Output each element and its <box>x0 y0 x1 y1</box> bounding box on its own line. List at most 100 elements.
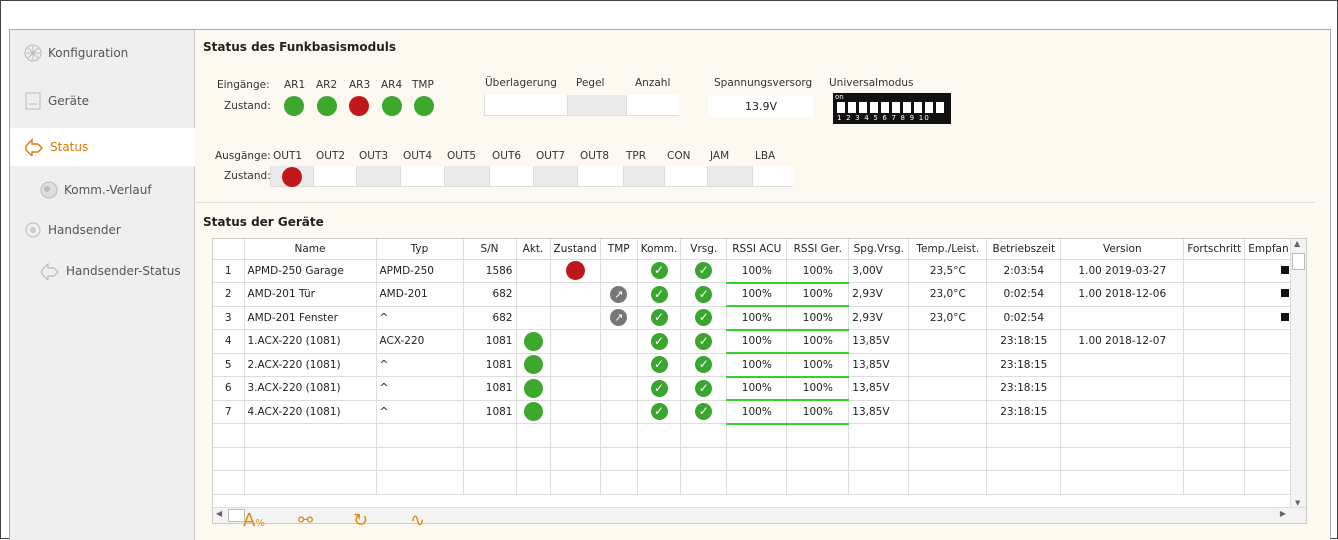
column-header[interactable]: S/N <box>463 239 517 260</box>
column-header[interactable]: Zustand <box>550 239 601 260</box>
cell-version <box>1060 306 1185 330</box>
column-header[interactable]: Komm. <box>637 239 682 260</box>
input-ar2: AR2 <box>316 79 338 91</box>
cell-akt <box>516 470 551 495</box>
cell-zeit: 0:02:54 <box>986 282 1062 307</box>
cell-typ: ACX-220 <box>376 329 464 354</box>
vertical-scrollbar[interactable]: ▲ ▼ <box>1290 239 1306 509</box>
link-icon[interactable]: ⚯ <box>298 510 313 531</box>
table-row[interactable] <box>213 470 1299 495</box>
sidebar-item-geraete[interactable]: Geräte <box>10 82 195 120</box>
state-label: Zustand: <box>224 100 271 112</box>
sidebar-item-status[interactable]: Status <box>10 128 195 166</box>
cell-name: AMD-201 Fenster <box>244 306 377 330</box>
cell-rssi-acu: 100% <box>726 259 788 284</box>
column-header[interactable]: Temp./Leist. <box>908 239 988 260</box>
cell-akt <box>516 400 551 424</box>
column-header[interactable]: RSSI Ger. <box>786 239 850 260</box>
column-header[interactable]: Typ <box>376 239 464 260</box>
cell-vrsg <box>680 447 728 471</box>
cell-empf <box>1244 353 1293 377</box>
cell-zeit: 23:18:15 <box>986 353 1062 377</box>
cell-name: 1.ACX-220 (1081) <box>244 329 377 354</box>
scroll-left-icon[interactable]: ◀ <box>216 509 222 518</box>
check-icon: ✓ <box>650 309 668 327</box>
cell-komm: ✓ <box>637 329 682 354</box>
cell-sn: 1586 <box>463 259 517 283</box>
column-header[interactable]: Spg.Vrsg. <box>848 239 910 260</box>
output-state-cell <box>400 166 444 187</box>
cell-n <box>213 423 245 448</box>
radio-icon <box>40 181 58 199</box>
cell-zeit: 23:18:15 <box>986 376 1062 401</box>
sidebar-item-handsender[interactable]: Handsender <box>10 211 195 249</box>
signal-icon[interactable]: ∿ <box>410 510 425 531</box>
cell-typ: ^ <box>376 400 464 424</box>
column-header[interactable]: Version <box>1060 239 1185 260</box>
overlay-label: Überlagerung <box>485 77 557 89</box>
cell-spg: 13,85V <box>848 376 910 401</box>
cell-name <box>244 447 377 471</box>
cell-sn <box>463 470 517 495</box>
column-header[interactable]: Name <box>244 239 377 260</box>
window-frame: Konfiguration Geräte Status Komm.-Verlau… <box>0 0 1338 540</box>
devices-table[interactable]: Name Typ S/N Akt. Zustand TMP Komm. Vrsg. RSSI A… <box>212 238 1307 524</box>
cell-akt <box>516 376 551 401</box>
cell-version: 1.00 2019-03-27 <box>1060 259 1185 283</box>
dip-switch: on 1 2 3 4 5 6 7 8 9 10 <box>833 93 951 124</box>
cell-typ: APMD-250 <box>376 259 464 283</box>
output-lba: LBA <box>755 150 776 162</box>
horizontal-scrollbar[interactable]: ◀ ▶ <box>213 507 1306 523</box>
column-header[interactable]: Akt. <box>516 239 551 260</box>
column-header[interactable]: Vrsg. <box>680 239 728 260</box>
cell-rssi-ger: 100% <box>786 259 850 284</box>
cell-n <box>213 470 245 495</box>
cell-sn <box>463 423 517 448</box>
table-row[interactable]: 2 AMD-201 Tür AMD-201 682 ↗ ✓ ✓ 100% 100% 2,93V 23… <box>213 282 1299 307</box>
output-state-dot <box>282 167 302 187</box>
cell-komm <box>637 423 682 448</box>
scroll-down-icon[interactable]: ▼ <box>1295 499 1300 507</box>
table-row[interactable]: 6 3.ACX-220 (1081) ^ 1081 ✓ ✓ 100% 100% 13,85V 23… <box>213 376 1299 401</box>
table-row[interactable]: 7 4.ACX-220 (1081) ^ 1081 ✓ ✓ 100% 100% 13,85V 23… <box>213 400 1299 425</box>
red-status-dot <box>565 261 585 281</box>
table-row[interactable]: 3 AMD-201 Fenster ^ 682 ↗ ✓ ✓ 100% 100% 2,93V 23,0… <box>213 306 1299 331</box>
table-row[interactable]: 5 2.ACX-220 (1081) ^ 1081 ✓ ✓ 100% 100% 13,85V 23… <box>213 353 1299 378</box>
cell-zustand <box>550 353 601 377</box>
column-header[interactable]: RSSI ACU <box>726 239 788 260</box>
sidebar-item-handsender-status[interactable]: Handsender-Status <box>10 252 195 290</box>
scroll-up-icon[interactable]: ▲ <box>1294 239 1300 248</box>
vscroll-thumb[interactable] <box>1292 253 1305 270</box>
cell-temp <box>908 353 988 377</box>
table-row[interactable] <box>213 447 1299 471</box>
cell-name <box>244 470 377 495</box>
table-row[interactable]: 1 APMD-250 Garage APMD-250 1586 ✓ ✓ 100% 100% 3,… <box>213 259 1299 284</box>
column-header[interactable]: TMP <box>600 239 638 260</box>
output-state-cell <box>577 166 623 187</box>
cell-zustand <box>550 447 601 471</box>
table-row[interactable]: 4 1.ACX-220 (1081) ACX-220 1081 ✓ ✓ 100% 100% 13… <box>213 329 1299 354</box>
column-header[interactable]: Betriebszeit <box>986 239 1062 260</box>
cell-rssi-ger <box>786 423 850 448</box>
input-state-ar3 <box>349 96 369 116</box>
refresh-icon[interactable]: ↻ <box>353 510 368 531</box>
sidebar-item-konfiguration[interactable]: Konfiguration <box>10 34 195 72</box>
content-area: Status des Funkbasismoduls Eingänge: Zus… <box>195 30 1332 540</box>
cell-zustand <box>550 376 601 401</box>
cell-zeit <box>986 447 1062 471</box>
cell-vrsg: ✓ <box>680 353 728 377</box>
cell-akt <box>516 306 551 330</box>
cell-sn <box>463 447 517 471</box>
column-header[interactable]: Empfan <box>1244 239 1293 260</box>
check-icon: ✓ <box>695 403 713 421</box>
cell-fortschritt <box>1183 282 1246 307</box>
sidebar-item-komm-verlauf[interactable]: Komm.-Verlauf <box>10 171 195 209</box>
table-row[interactable] <box>213 423 1299 448</box>
cell-spg: 13,85V <box>848 400 910 424</box>
wizard-icon[interactable]: A% <box>243 510 265 531</box>
scroll-right-icon[interactable]: ▶ <box>1280 509 1286 518</box>
cell-rssi-acu <box>726 423 788 448</box>
cell-rssi-acu: 100% <box>726 306 788 331</box>
column-header[interactable]: Fortschritt <box>1183 239 1246 260</box>
output-con: CON <box>667 150 691 162</box>
